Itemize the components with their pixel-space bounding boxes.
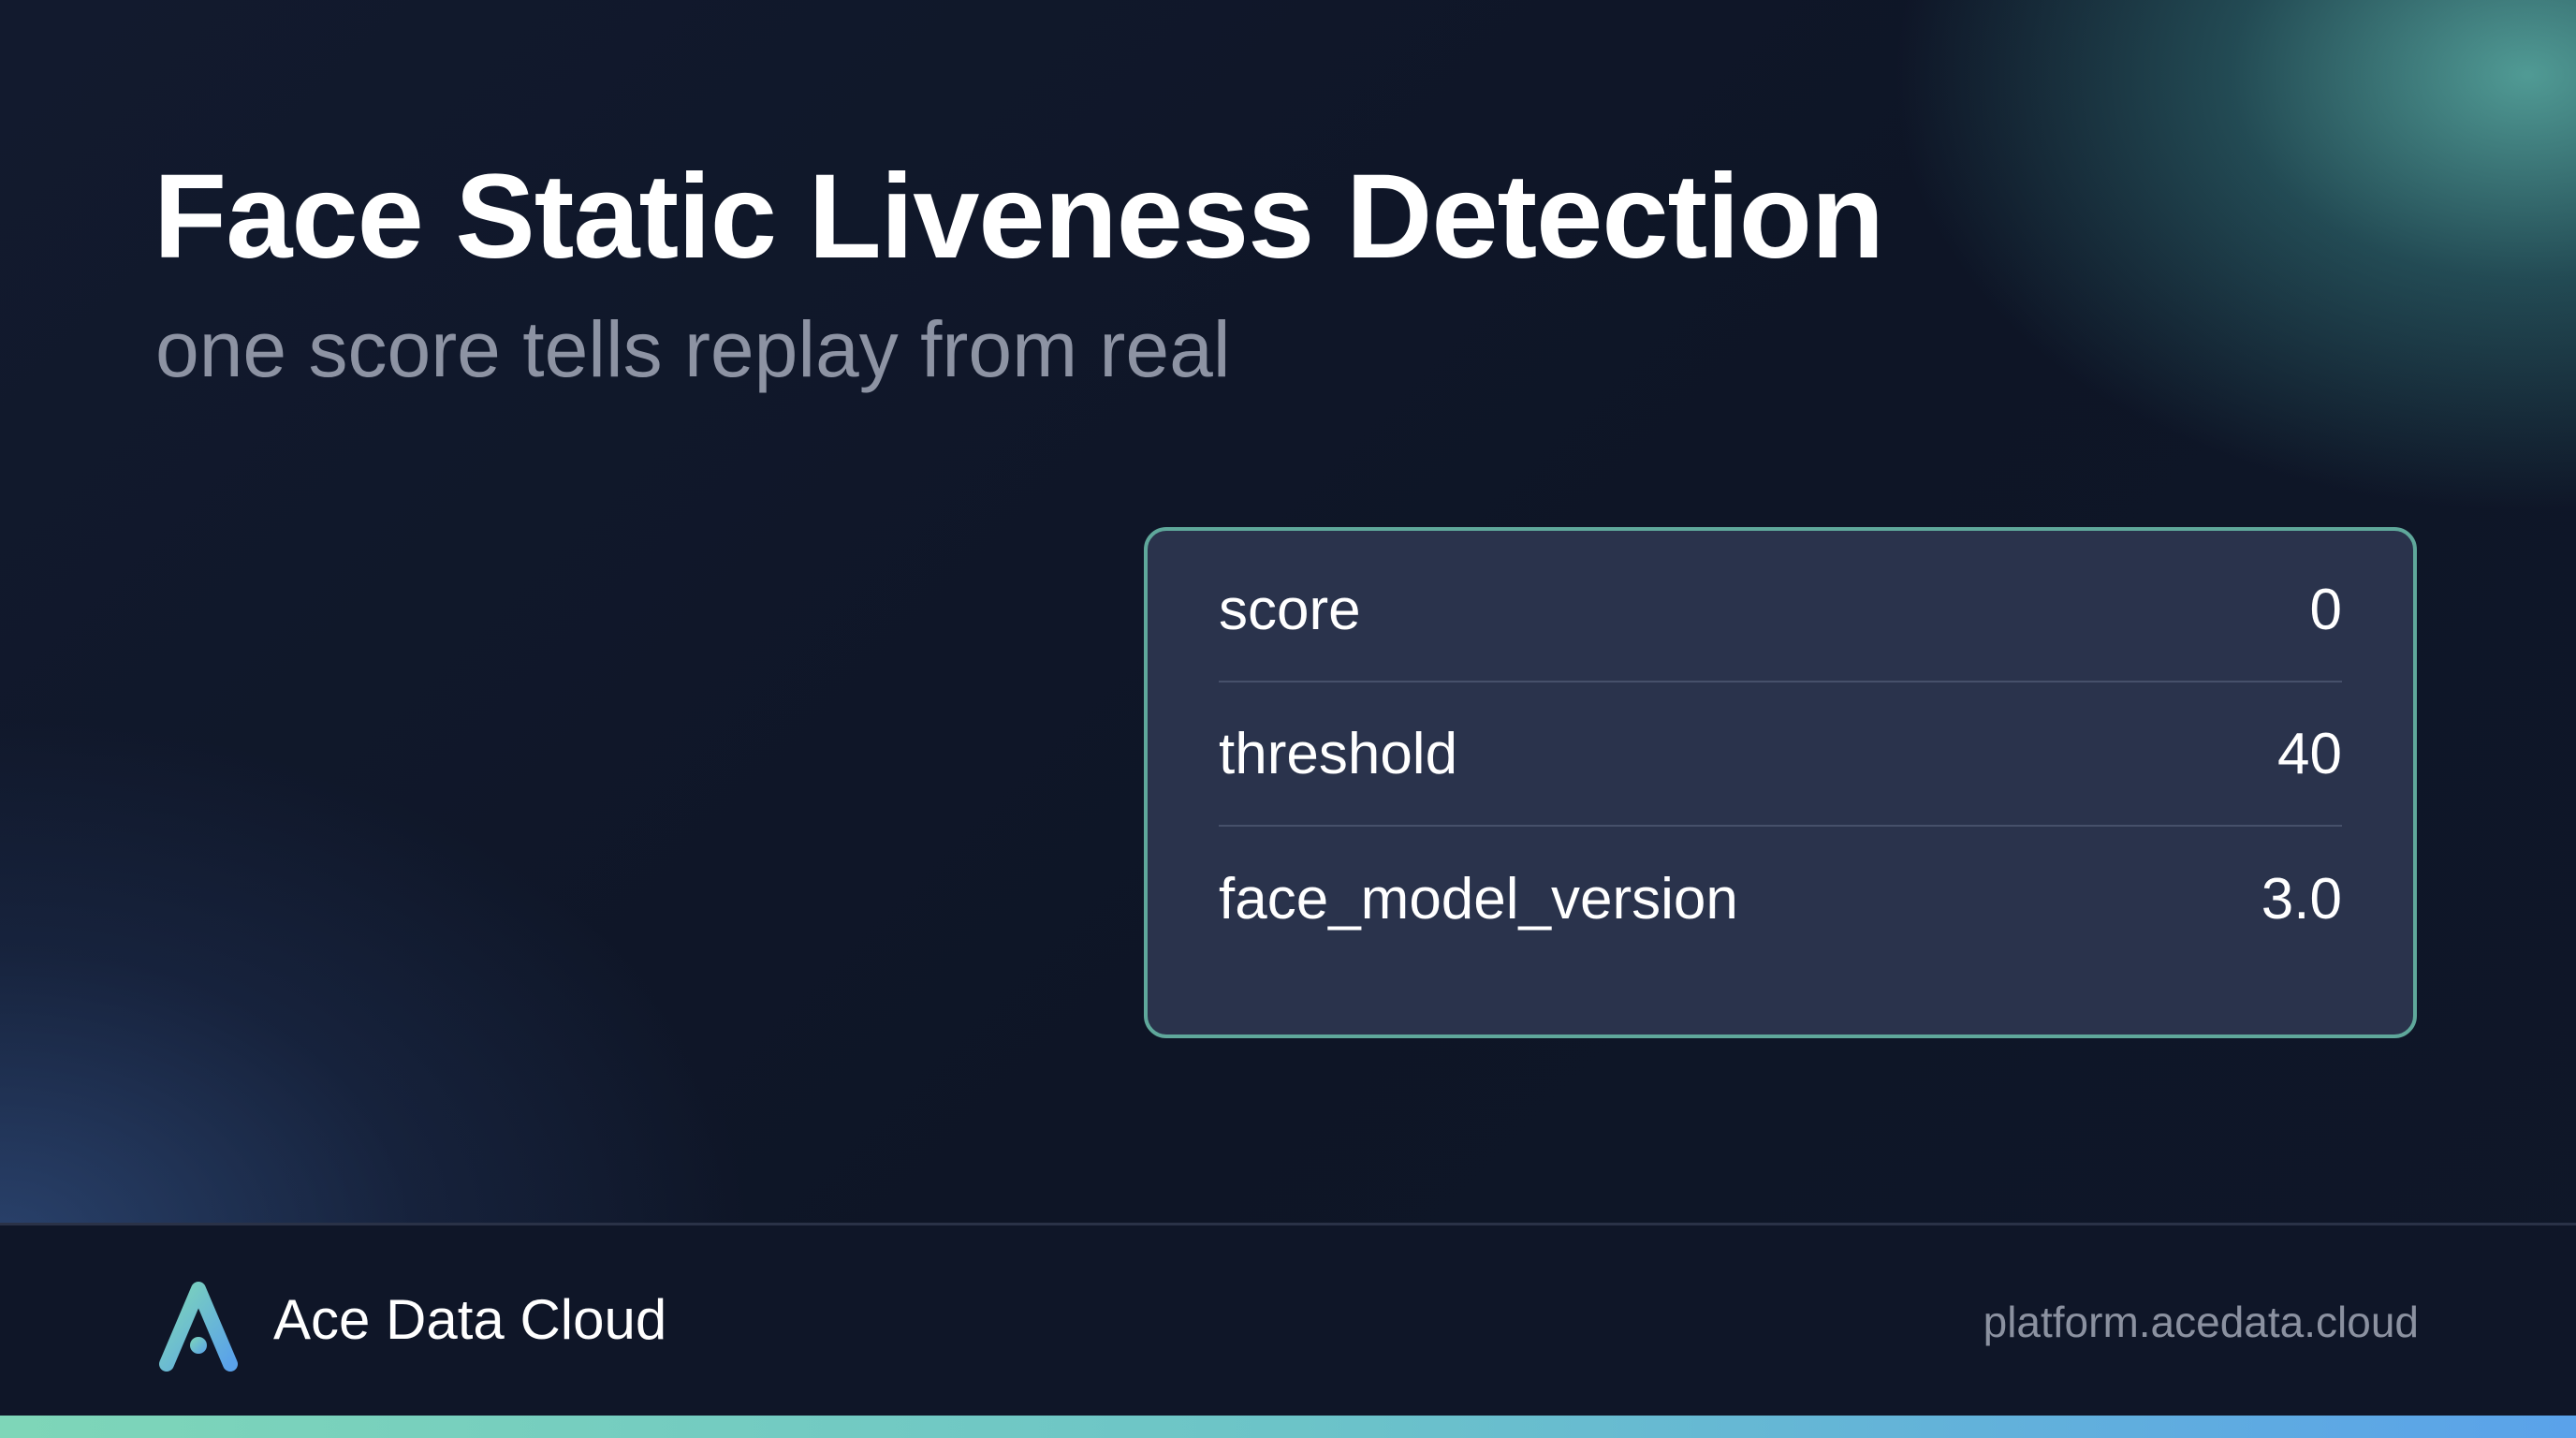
slide: Face Static Liveness Detection one score… <box>0 0 2576 1438</box>
result-value: 0 <box>2309 577 2342 642</box>
ace-data-cloud-logo-icon <box>159 1282 238 1372</box>
result-row-threshold: threshold 40 <box>1219 682 2342 827</box>
page-title: Face Static Liveness Detection <box>154 150 1884 284</box>
result-key: threshold <box>1219 721 1458 786</box>
result-value: 3.0 <box>2261 866 2342 932</box>
result-card: score 0 threshold 40 face_model_version … <box>1144 527 2417 1038</box>
brand-name: Ace Data Cloud <box>273 1288 667 1351</box>
accent-bar <box>0 1416 2576 1438</box>
result-row-score: score 0 <box>1219 538 2342 682</box>
footer: Ace Data Cloud platform.acedata.cloud <box>0 1223 2576 1418</box>
result-key: face_model_version <box>1219 866 1738 932</box>
result-value: 40 <box>2277 721 2342 786</box>
platform-url[interactable]: platform.acedata.cloud <box>1983 1297 2419 1347</box>
result-row-face-model-version: face_model_version 3.0 <box>1219 827 2342 971</box>
result-key: score <box>1219 577 1361 642</box>
page-subtitle: one score tells replay from real <box>155 305 1231 393</box>
